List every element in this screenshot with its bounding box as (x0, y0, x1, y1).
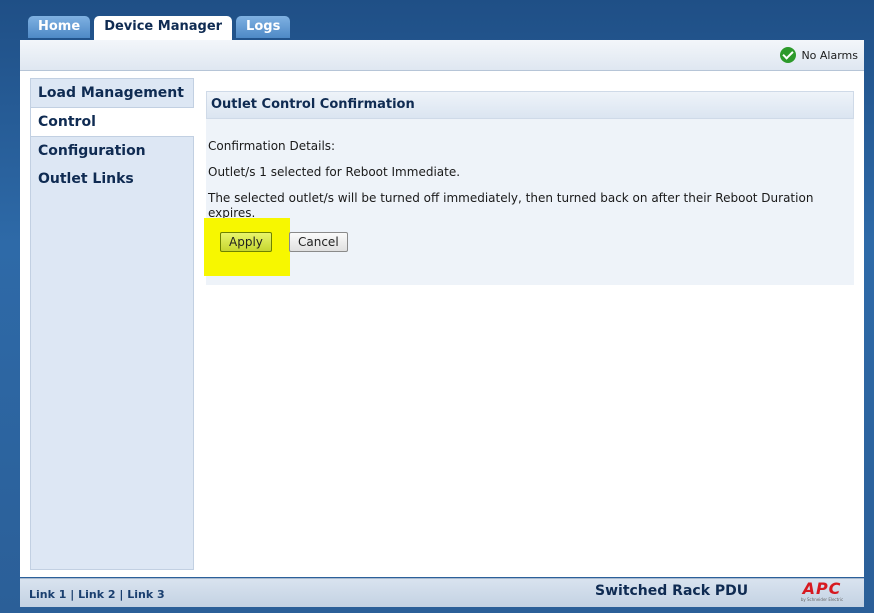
content-panel: Outlet Control Confirmation Confirmation… (204, 91, 854, 285)
panel-body: Confirmation Details: Outlet/s 1 selecte… (204, 119, 854, 285)
cancel-button[interactable]: Cancel (289, 232, 348, 252)
app-frame: Home Device Manager Logs No Alarms Load … (0, 0, 874, 613)
confirmation-line-1: Outlet/s 1 selected for Reboot Immediate… (208, 165, 461, 179)
footer-separator: | (119, 588, 124, 601)
sidebar-item-load-management[interactable]: Load Management (31, 79, 193, 107)
product-name: Switched Rack PDU (595, 583, 749, 599)
footer-link-2[interactable]: Link 2 (78, 588, 115, 601)
sidebar-item-outlet-links[interactable]: Outlet Links (31, 165, 193, 193)
confirmation-line-2: The selected outlet/s will be turned off… (208, 191, 814, 220)
apc-logo-subtext: by Schneider Electric (800, 597, 844, 602)
tab-home[interactable]: Home (28, 16, 91, 38)
footer-separator: | (70, 588, 75, 601)
panel-title: Outlet Control Confirmation (206, 91, 854, 119)
sidebar-item-configuration[interactable]: Configuration (31, 137, 193, 165)
apply-button[interactable]: Apply (220, 232, 272, 252)
top-tabs: Home Device Manager Logs (28, 16, 291, 40)
footer-link-3[interactable]: Link 3 (127, 588, 164, 601)
tab-logs[interactable]: Logs (236, 16, 291, 38)
sidebar: Load Management Control Configuration Ou… (30, 78, 194, 570)
alarm-status[interactable]: No Alarms (780, 47, 858, 63)
sidebar-item-control[interactable]: Control (31, 107, 194, 137)
status-bar: No Alarms (20, 40, 864, 71)
footer-links: Link 1 | Link 2 | Link 3 (29, 588, 165, 601)
footer-link-1[interactable]: Link 1 (29, 588, 66, 601)
apc-logo: APC by Schneider Electric (790, 581, 854, 605)
button-row: Apply Cancel (204, 218, 852, 276)
main-area: Load Management Control Configuration Ou… (20, 71, 864, 577)
tab-device-manager[interactable]: Device Manager (94, 16, 233, 40)
check-circle-icon (780, 47, 797, 63)
footer: Link 1 | Link 2 | Link 3 Switched Rack P… (20, 578, 864, 607)
confirmation-details-label: Confirmation Details: (208, 139, 336, 153)
alarm-status-text: No Alarms (801, 48, 858, 62)
apc-logo-text: APC (802, 579, 842, 598)
